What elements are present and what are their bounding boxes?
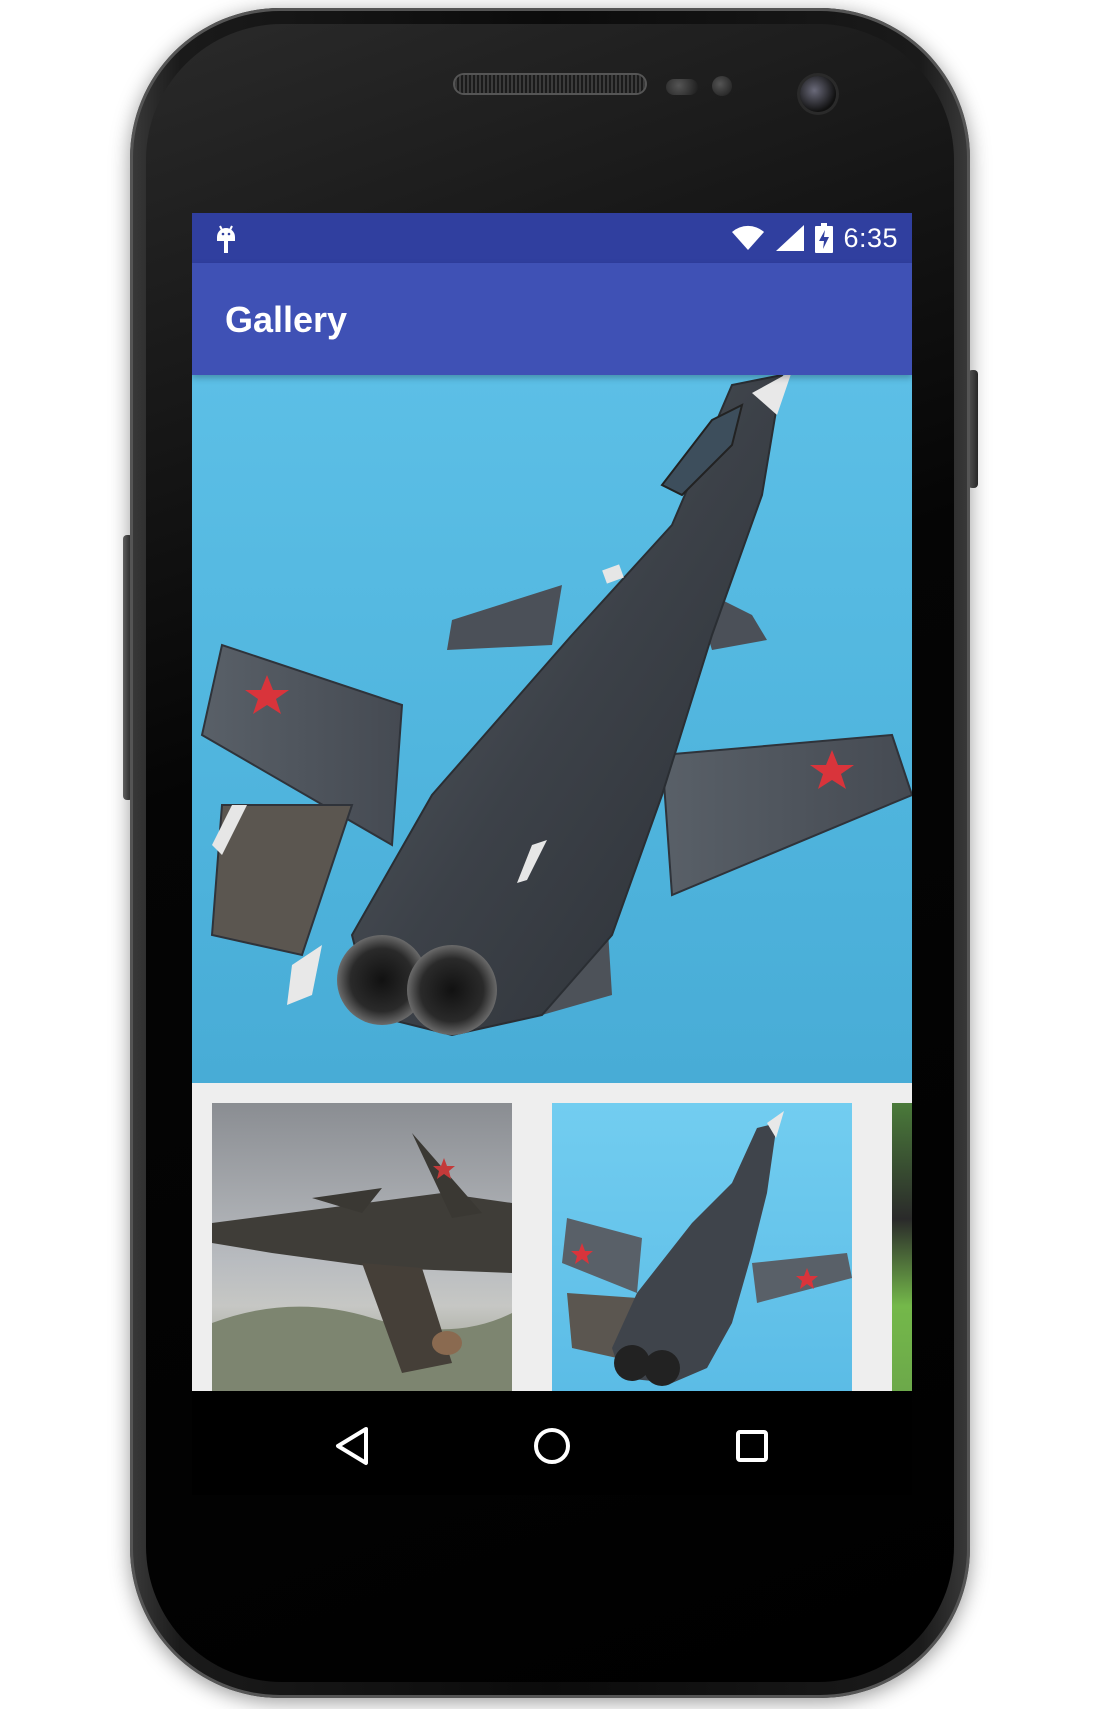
- front-camera: [800, 76, 836, 112]
- thumbnail-1[interactable]: [212, 1103, 512, 1391]
- battery-charging-icon: [815, 223, 834, 253]
- thumbnail-strip: [192, 1083, 912, 1391]
- navigation-bar: [192, 1391, 912, 1495]
- android-debug-icon: [214, 223, 238, 255]
- status-time: 6:35: [843, 222, 898, 253]
- light-sensor: [712, 76, 732, 96]
- fighter-jet-photo-thumbnail: [562, 1111, 852, 1386]
- thumbnail-2[interactable]: [552, 1103, 852, 1391]
- status-icons: 6:35: [731, 213, 898, 263]
- device-mockup: 6:35 Gallery: [0, 0, 1101, 1709]
- status-bar: 6:35: [192, 213, 912, 263]
- app-bar: Gallery: [192, 263, 912, 375]
- thumbnail-3[interactable]: [892, 1103, 912, 1391]
- signal-icon: [775, 224, 805, 252]
- earpiece-speaker: [455, 75, 645, 93]
- fighter-jet-painting-thumbnail: [212, 1133, 512, 1391]
- fighter-jet-illustration: [200, 375, 912, 1037]
- screen: 6:35 Gallery: [192, 213, 912, 1495]
- app-title: Gallery: [225, 299, 348, 340]
- wifi-icon: [731, 225, 765, 251]
- recents-icon[interactable]: [727, 1421, 777, 1471]
- main-image[interactable]: [192, 375, 912, 1083]
- home-icon[interactable]: [527, 1421, 577, 1471]
- back-icon[interactable]: [327, 1421, 377, 1471]
- proximity-sensor: [666, 79, 698, 95]
